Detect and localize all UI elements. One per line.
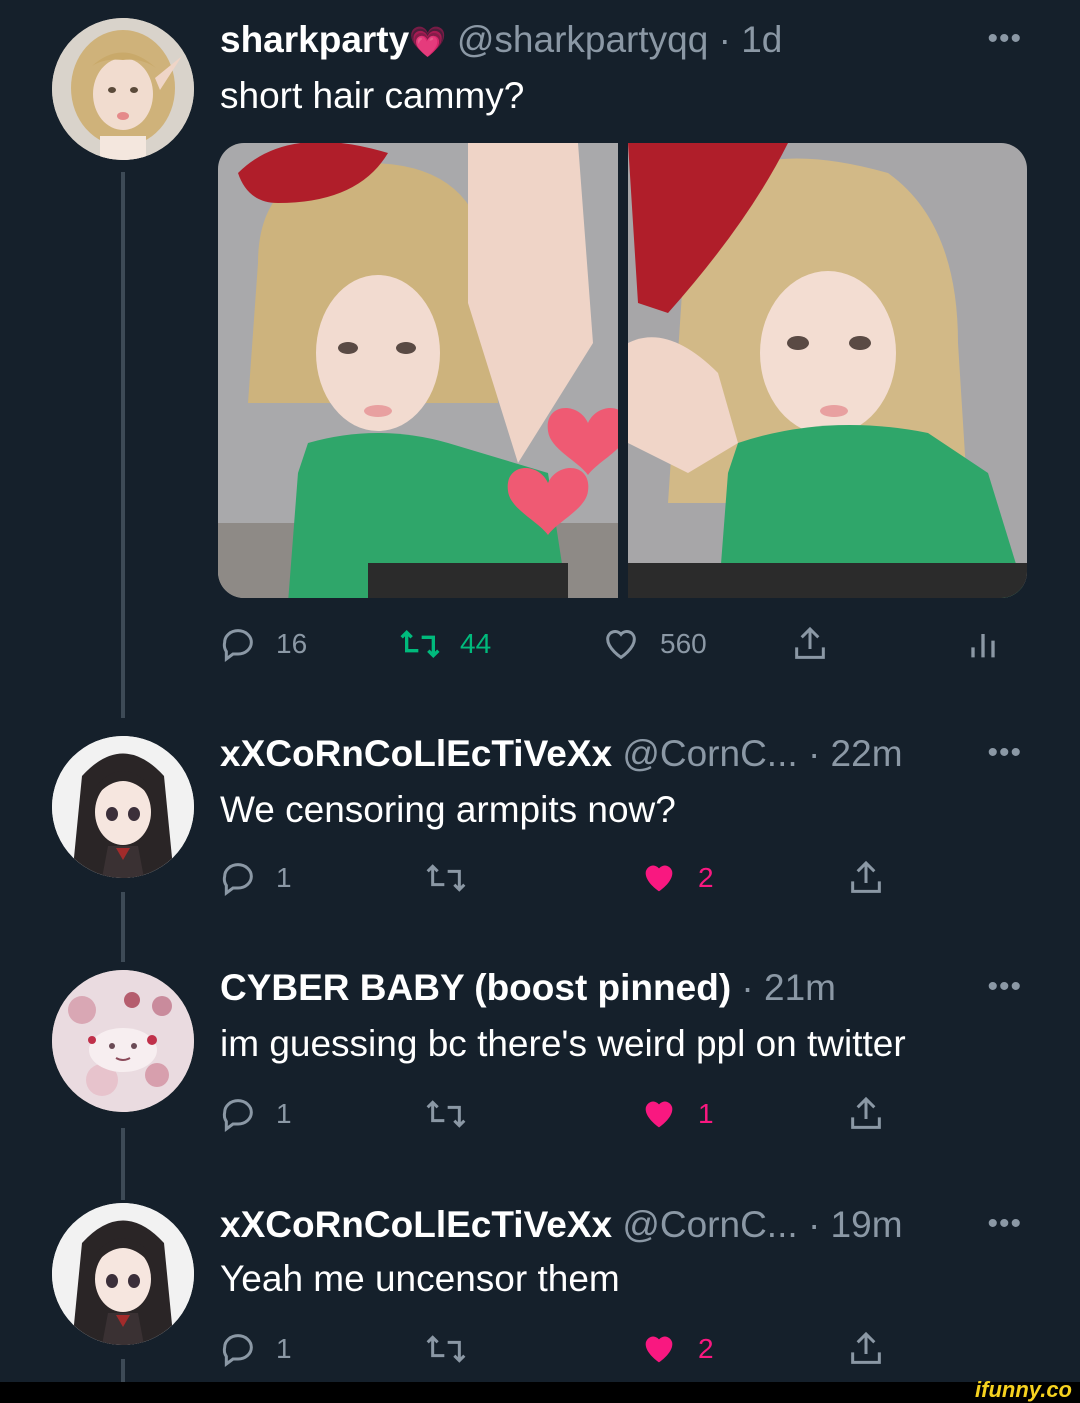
tweet-text: im guessing bc there's weird ppl on twit… [220, 1023, 906, 1064]
thread-line [121, 172, 125, 718]
analytics-button[interactable] [968, 622, 998, 666]
like-count: 2 [698, 862, 714, 893]
retweet-icon [426, 1335, 466, 1363]
avatar[interactable] [52, 736, 194, 878]
tweet-header: xXCoRnCoLlEcTiVeXx @CornC... · 19m [220, 1203, 903, 1247]
avatar[interactable] [52, 18, 194, 160]
tweet-text: We censoring armpits now? [220, 789, 676, 830]
reply-icon [222, 863, 253, 896]
handle[interactable]: @CornC... [622, 1204, 797, 1245]
reply-count: 1 [276, 862, 292, 893]
thread-line [121, 1128, 125, 1200]
tweet-2[interactable]: xXCoRnCoLlEcTiVeXx @CornC... · 22m ••• W… [0, 720, 1080, 962]
ifunny-watermark: ifunny.co [975, 1377, 1072, 1402]
like-icon [645, 865, 673, 892]
like-button[interactable]: 1 [638, 1092, 714, 1136]
reply-count: 1 [276, 1333, 292, 1364]
photo-1[interactable] [218, 143, 618, 598]
display-name[interactable]: xXCoRnCoLlEcTiVeXx [220, 733, 612, 774]
reply-button[interactable]: 1 [218, 856, 292, 900]
share-icon [851, 860, 881, 893]
tweet-text: Yeah me uncensor them [220, 1258, 620, 1299]
like-count: 560 [660, 628, 707, 659]
display-name[interactable]: CYBER BABY (boost pinned) [220, 967, 731, 1008]
more-icon[interactable]: ••• [987, 1207, 1022, 1241]
like-count: 1 [698, 1098, 714, 1129]
share-button[interactable] [846, 1092, 886, 1136]
retweet-button[interactable]: 44 [398, 622, 491, 666]
tweet-3[interactable]: CYBER BABY (boost pinned) · 21m ••• im g… [0, 950, 1080, 1200]
timestamp[interactable]: · 19m [808, 1204, 903, 1245]
handle[interactable]: @CornC... [622, 733, 797, 774]
like-button[interactable]: 2 [638, 856, 714, 900]
display-name[interactable]: sharkparty [220, 19, 409, 60]
more-icon[interactable]: ••• [987, 22, 1022, 56]
like-button[interactable]: 2 [638, 1327, 714, 1371]
tweet-text: short hair cammy? [220, 75, 525, 116]
like-icon [645, 1101, 673, 1128]
retweet-icon [400, 629, 440, 659]
reply-button[interactable]: 16 [218, 622, 307, 666]
reply-icon [222, 629, 253, 662]
tweet-actions: 16 44 560 [218, 622, 1018, 666]
retweet-button[interactable] [424, 1092, 468, 1136]
like-count: 2 [698, 1333, 714, 1364]
analytics-icon [971, 634, 995, 658]
retweet-icon [426, 864, 466, 892]
share-icon [851, 1331, 881, 1364]
timestamp[interactable]: · 21m [741, 967, 836, 1008]
timestamp[interactable]: · 22m [808, 733, 903, 774]
tweet-actions: 1 2 [218, 856, 1018, 900]
like-button[interactable]: 560 [600, 622, 707, 666]
tweet-header: CYBER BABY (boost pinned) · 21m [220, 966, 836, 1010]
heart-emoji: 💗 [409, 26, 447, 59]
share-icon [795, 626, 825, 659]
more-icon[interactable]: ••• [987, 736, 1022, 770]
handle[interactable]: @sharkpartyqq [457, 19, 708, 60]
tweet-header: sharkparty💗 @sharkpartyqq · 1d [220, 18, 782, 65]
share-button[interactable] [846, 856, 886, 900]
avatar[interactable] [52, 1203, 194, 1345]
avatar[interactable] [52, 970, 194, 1112]
tweet-actions: 1 2 [218, 1327, 1018, 1371]
like-icon [606, 630, 636, 660]
like-icon [645, 1336, 673, 1363]
reply-count: 16 [276, 628, 308, 659]
reply-button[interactable]: 1 [218, 1092, 292, 1136]
tweet-4[interactable]: xXCoRnCoLlEcTiVeXx @CornC... · 19m ••• Y… [0, 1195, 1080, 1385]
watermark-bar: ifunny.co [0, 1377, 1080, 1403]
share-icon [851, 1096, 881, 1129]
reply-count: 1 [276, 1098, 292, 1129]
retweet-count: 44 [460, 628, 492, 659]
tweet-actions: 1 1 [218, 1092, 1018, 1136]
retweet-button[interactable] [424, 856, 468, 900]
more-icon[interactable]: ••• [987, 970, 1022, 1004]
tweet-header: xXCoRnCoLlEcTiVeXx @CornC... · 22m [220, 732, 903, 776]
retweet-button[interactable] [424, 1327, 468, 1371]
reply-icon [222, 1334, 253, 1367]
display-name[interactable]: xXCoRnCoLlEcTiVeXx [220, 1204, 612, 1245]
photo-2[interactable] [627, 143, 1027, 598]
share-button[interactable] [846, 1327, 886, 1371]
tweet-media[interactable] [218, 143, 1027, 598]
reply-button[interactable]: 1 [218, 1327, 292, 1371]
timestamp[interactable]: · 1d [719, 19, 783, 60]
tweet-1[interactable]: sharkparty💗 @sharkpartyqq · 1d ••• short… [0, 0, 1080, 718]
share-button[interactable] [790, 622, 830, 666]
retweet-icon [426, 1100, 466, 1128]
reply-icon [222, 1099, 253, 1132]
